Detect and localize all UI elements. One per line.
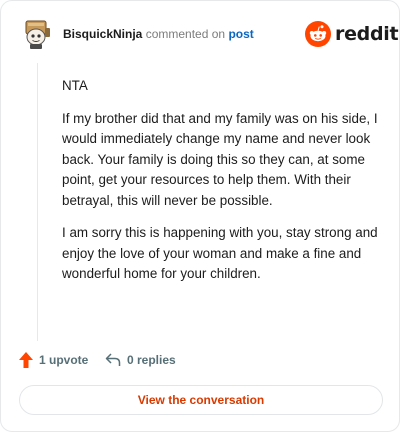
post-link[interactable]: post: [228, 27, 253, 41]
commented-on-text: commented on: [145, 27, 226, 41]
comment-paragraph: If my brother did that and my family was…: [62, 110, 378, 208]
view-conversation-button[interactable]: View the conversation: [19, 385, 383, 415]
byline: BisquickNinja commented on post: [63, 27, 254, 41]
reddit-wordmark: reddit: [335, 23, 399, 45]
upvote-button[interactable]: 1 upvote: [19, 350, 88, 370]
thread-line: [37, 63, 38, 341]
reply-button[interactable]: 0 replies: [105, 350, 176, 370]
reddit-brand[interactable]: reddit: [305, 19, 399, 49]
comment-card: BisquickNinja commented on post reddit N…: [0, 0, 400, 432]
upvote-count: 1 upvote: [39, 353, 89, 367]
avatar[interactable]: [19, 15, 55, 51]
snoo-avatar-icon: [25, 20, 50, 49]
upvote-arrow-icon: [19, 352, 33, 368]
username-link[interactable]: BisquickNinja: [63, 27, 142, 41]
reddit-logo-icon: [305, 21, 331, 47]
reply-count: 0 replies: [127, 353, 176, 367]
comment-paragraph: NTA: [62, 78, 88, 93]
comment-actions: 1 upvote 0 replies: [19, 350, 381, 370]
comment-paragraph: I am sorry this is happening with you, s…: [62, 225, 378, 281]
comment-header: BisquickNinja commented on post reddit: [19, 15, 399, 55]
reply-icon: [105, 353, 121, 366]
comment-body: NTA If my brother did that and my family…: [62, 76, 384, 297]
